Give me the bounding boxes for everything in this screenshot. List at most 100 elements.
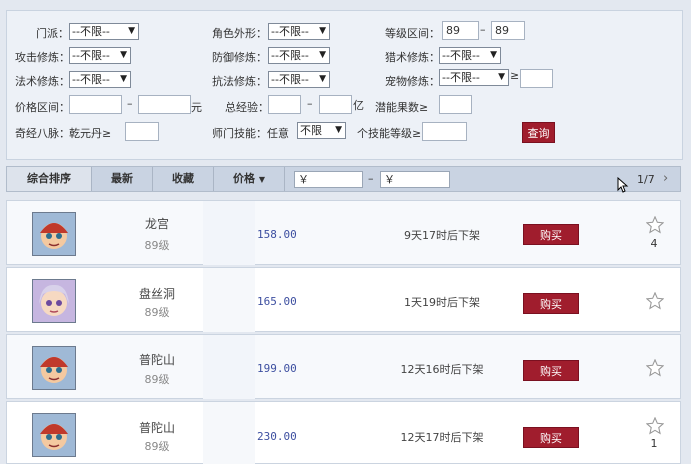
level-range-label: 等级区间： [385, 27, 440, 40]
chevron-down-icon: ▼ [319, 50, 326, 60]
chevron-down-icon: ▼ [120, 50, 127, 60]
mouse-cursor-icon [617, 177, 629, 193]
exp-dash: – [307, 97, 313, 110]
price-filter-dash: – [368, 172, 374, 185]
character-level: 89级 [144, 440, 170, 453]
delist-time: 9天17时后下架 [404, 229, 480, 242]
pet-cultivation-label: 宠物修炼： [385, 75, 440, 88]
skill-level-label: 个技能等级≥ [357, 127, 422, 140]
attack-cultivation-label: 攻击修炼： [15, 51, 70, 64]
chevron-down-icon: ▼ [128, 26, 135, 36]
chevron-right-icon[interactable]: › [663, 171, 668, 186]
star-icon[interactable] [646, 292, 664, 310]
chevron-down-icon: ▼ [258, 175, 265, 184]
character-level: 89级 [144, 306, 170, 319]
tab-newest[interactable]: 最新 [92, 167, 152, 191]
character-level: 89级 [144, 239, 170, 252]
filter-panel: 门派： --不限-- ▼ 角色外形： --不限-- ▼ 等级区间： 89 – 89 … [6, 10, 683, 160]
character-school: 普陀山 [138, 421, 175, 435]
defense-cultivation-select[interactable]: --不限-- ▼ [268, 47, 330, 64]
exp-max-input[interactable] [319, 95, 352, 114]
buy-button[interactable]: 购买 [523, 427, 579, 448]
listing-row[interactable]: 龙宫 89级 158.00 9天17时后下架 购买 4 [6, 200, 681, 265]
image-placeholder [203, 335, 255, 399]
buy-button[interactable]: 购买 [523, 293, 579, 314]
school-skill-label: 师门技能： [212, 127, 267, 140]
chevron-down-icon: ▼ [490, 50, 497, 60]
price-min-input[interactable] [69, 95, 122, 114]
magic-cultivation-select[interactable]: --不限-- ▼ [69, 71, 131, 88]
resist-cultivation-label: 抗法修炼： [212, 75, 267, 88]
tab-price[interactable]: 价格 ▼ [214, 167, 284, 191]
pet-gte: ≥ [510, 69, 520, 82]
level-dash: – [480, 23, 486, 36]
menpai-select[interactable]: --不限-- ▼ [69, 23, 139, 40]
listing-row[interactable]: 普陀山 89级 230.00 12天17时后下架 购买 1 [6, 401, 681, 464]
menpai-label: 门派： [36, 27, 69, 40]
hunt-cultivation-label: 猎术修炼： [385, 51, 440, 64]
star-icon[interactable] [646, 359, 664, 377]
favorite-count: 1 [650, 437, 658, 450]
tab-favorites[interactable]: 收藏 [153, 167, 213, 191]
tab-divider [284, 167, 285, 191]
total-exp-label: 总经验： [225, 101, 269, 114]
resist-cultivation-select[interactable]: --不限-- ▼ [268, 71, 330, 88]
level-max-input[interactable]: 89 [491, 21, 525, 40]
chevron-down-icon: ▼ [335, 125, 342, 135]
delist-time: 12天17时后下架 [400, 431, 484, 444]
delist-time: 1天19时后下架 [404, 296, 480, 309]
appearance-select[interactable]: --不限-- ▼ [268, 23, 330, 40]
avatar[interactable] [32, 279, 76, 323]
character-level: 89级 [144, 373, 170, 386]
pet-cultivation-input[interactable] [520, 69, 553, 88]
price-filter-min-input[interactable]: ￥ [294, 171, 363, 188]
avatar[interactable] [32, 212, 76, 256]
price-filter-max-input[interactable]: ￥ [380, 171, 450, 188]
listing-row[interactable]: 普陀山 89级 199.00 12天16时后下架 购买 [6, 334, 681, 399]
image-placeholder [203, 201, 255, 265]
price-value: 158.00 [257, 228, 297, 241]
yi-label: 亿 [353, 99, 364, 112]
chevron-down-icon: ▼ [319, 26, 326, 36]
appearance-label: 角色外形： [212, 27, 267, 40]
yuan-label: 元 [191, 101, 202, 114]
avatar[interactable] [32, 413, 76, 457]
school-skill-select[interactable]: 不限 ▼ [297, 122, 346, 139]
chevron-down-icon: ▼ [319, 74, 326, 84]
buy-button[interactable]: 购买 [523, 360, 579, 381]
skill-level-input[interactable] [422, 122, 467, 141]
defense-cultivation-label: 防御修炼： [212, 51, 267, 64]
price-max-input[interactable] [138, 95, 191, 114]
avatar[interactable] [32, 346, 76, 390]
qianyuan-input[interactable] [125, 122, 159, 141]
price-value: 199.00 [257, 362, 297, 375]
image-placeholder [203, 402, 255, 464]
hunt-cultivation-select[interactable]: --不限-- ▼ [439, 47, 501, 64]
buy-button[interactable]: 购买 [523, 224, 579, 245]
chevron-down-icon: ▼ [120, 74, 127, 84]
pager-label: 1/7 [637, 173, 655, 186]
delist-time: 12天16时后下架 [400, 363, 484, 376]
character-school: 龙宫 [144, 217, 169, 231]
sort-tabs-bar: 综合排序 最新 收藏 价格 ▼ ￥ – ￥ 1/7 › [6, 166, 681, 193]
character-school: 盘丝洞 [138, 287, 175, 301]
exp-min-input[interactable] [268, 95, 301, 114]
star-icon[interactable] [646, 417, 664, 435]
magic-cultivation-label: 法术修炼： [15, 75, 70, 88]
query-button[interactable]: 查询 [522, 122, 555, 143]
potential-fruit-label: 潜能果数≥ [375, 101, 429, 114]
price-dash: – [127, 97, 133, 110]
chevron-down-icon: ▼ [498, 72, 505, 82]
pet-cultivation-select[interactable]: --不限-- ▼ [439, 69, 509, 86]
star-icon[interactable] [646, 216, 664, 234]
image-placeholder [203, 268, 255, 332]
meridian-label: 奇经八脉： [15, 127, 70, 140]
character-school: 普陀山 [138, 353, 175, 367]
price-value: 230.00 [257, 430, 297, 443]
level-min-input[interactable]: 89 [442, 21, 479, 40]
attack-cultivation-select[interactable]: --不限-- ▼ [69, 47, 131, 64]
potential-fruit-input[interactable] [439, 95, 472, 114]
tab-overall-sort[interactable]: 综合排序 [7, 167, 91, 191]
price-range-label: 价格区间： [15, 101, 70, 114]
listing-row[interactable]: 盘丝洞 89级 165.00 1天19时后下架 购买 [6, 267, 681, 332]
